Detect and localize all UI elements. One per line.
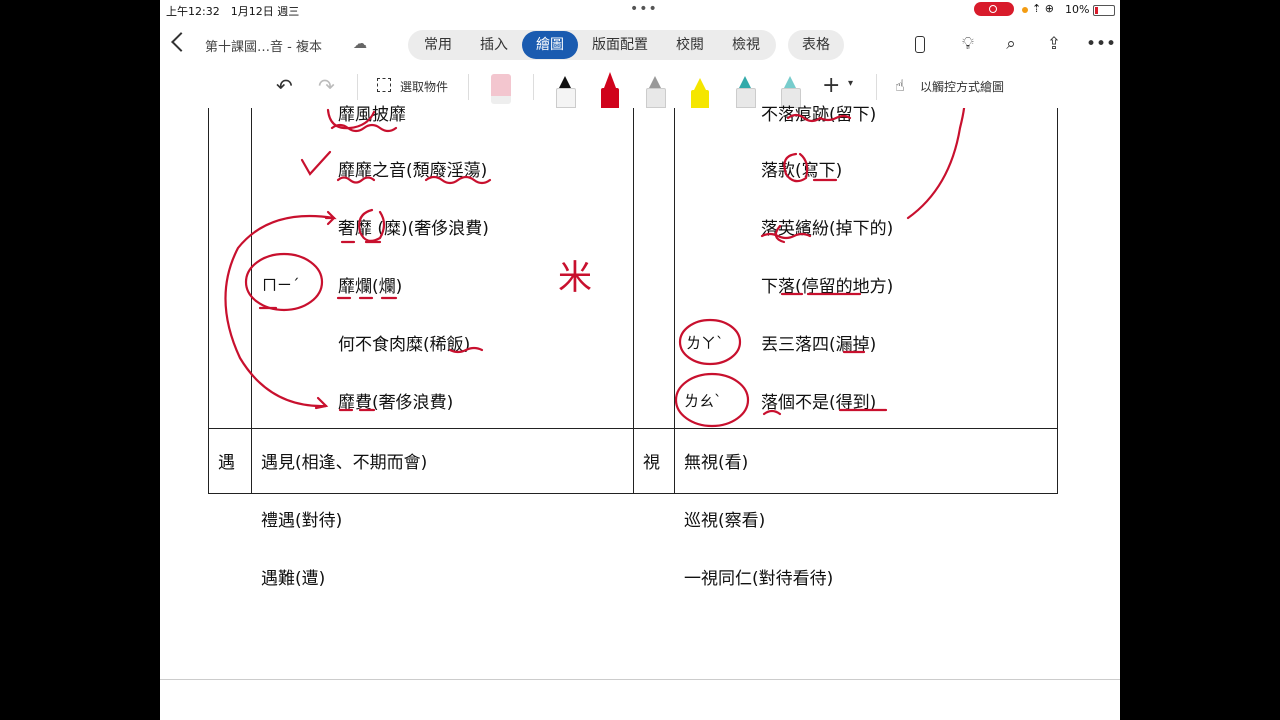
document-title[interactable]: 第十課國…音 - 複本	[205, 36, 322, 55]
ink-ellipse	[244, 252, 324, 312]
screen-record-icon[interactable]	[974, 2, 1014, 16]
ink-wave	[760, 232, 812, 240]
divider	[533, 74, 534, 100]
tab-layout[interactable]: 版面配置	[578, 31, 662, 59]
ink-ellipse	[678, 318, 742, 366]
ink-checkmark	[300, 150, 332, 176]
add-pen-icon[interactable]: +	[822, 73, 840, 98]
ink-arrow	[224, 214, 336, 408]
ink-circle	[783, 152, 809, 183]
gray-pencil-tool[interactable]	[646, 76, 666, 108]
cloud-sync-icon[interactable]: ☁	[353, 36, 367, 52]
touch-draw-icon[interactable]: ☝	[895, 76, 905, 95]
search-icon[interactable]: ⌕	[1000, 34, 1022, 54]
eraser-tool[interactable]	[491, 74, 511, 104]
tab-home[interactable]: 常用	[410, 31, 466, 59]
undo-icon[interactable]: ↶	[276, 74, 293, 98]
draw-toolbar: ↶ ↷ 選取物件 + ▾ ☝ 以觸控方式繪圖	[160, 66, 1120, 109]
more-icon[interactable]: •••	[1086, 34, 1116, 54]
ribbon-header: 第十課國…音 - 複本 ☁ 常用 插入 繪圖 版面配置 校閱 檢視 表格 💡︎ …	[160, 26, 1120, 66]
select-objects-icon[interactable]	[377, 78, 391, 92]
ink-circle	[774, 224, 786, 244]
ink-wave	[336, 176, 376, 184]
ink-underline	[448, 346, 484, 354]
tab-insert[interactable]: 插入	[466, 31, 522, 59]
wifi-icon: ⇡ ⊕	[1032, 2, 1054, 15]
ink-ellipse	[674, 372, 750, 428]
phone-view-icon[interactable]	[915, 36, 925, 53]
document-canvas[interactable]: 靡風披靡 靡靡之音(頹廢淫蕩) 奢靡 (糜)(奢侈浪費) 靡爛(爛) 何不食肉糜…	[160, 105, 1120, 720]
ink-wave	[424, 175, 492, 185]
share-icon[interactable]: ⇪	[1043, 34, 1065, 54]
divider	[876, 74, 877, 100]
battery-percent: 10%	[1065, 3, 1090, 16]
multitask-dots-icon[interactable]: •••	[630, 1, 658, 17]
ink-annotations	[224, 108, 966, 428]
draw-with-touch-button[interactable]: 以觸控方式繪圖	[920, 78, 1004, 95]
rainbow-pen-tool[interactable]	[736, 76, 756, 108]
black-pen-tool[interactable]	[556, 76, 576, 108]
divider	[357, 74, 358, 100]
ipad-screen: 上午12:32 1月12日 週三 ••• ⇡ ⊕ 10% 第十課國…音 - 複本…	[160, 0, 1120, 720]
redo-icon[interactable]: ↷	[318, 74, 335, 98]
tab-table[interactable]: 表格	[788, 30, 844, 60]
ink-wave	[786, 113, 852, 123]
red-pen-tool[interactable]	[601, 72, 619, 108]
back-chevron-icon[interactable]	[171, 32, 191, 52]
mic-indicator-icon	[1022, 7, 1028, 13]
ink-arc	[906, 108, 966, 220]
yellow-highlighter-tool[interactable]	[691, 78, 709, 108]
chevron-down-icon[interactable]: ▾	[848, 78, 853, 89]
status-time: 上午12:32 1月12日 週三	[166, 5, 300, 18]
ribbon-tabs: 常用 插入 繪圖 版面配置 校閱 檢視 表格	[408, 30, 844, 60]
tab-draw[interactable]: 繪圖	[522, 31, 578, 59]
ink-circle	[358, 208, 386, 243]
tab-view[interactable]: 檢視	[718, 31, 774, 59]
battery-icon	[1093, 5, 1115, 16]
lightbulb-icon[interactable]: 💡︎	[957, 34, 979, 54]
tab-review[interactable]: 校閱	[662, 31, 718, 59]
select-objects-button[interactable]: 選取物件	[400, 78, 448, 95]
ink-underline	[762, 408, 888, 416]
ink-arrowhead	[324, 210, 337, 226]
status-bar: 上午12:32 1月12日 週三 ••• ⇡ ⊕ 10%	[160, 0, 1120, 20]
tab-group: 常用 插入 繪圖 版面配置 校閱 檢視	[408, 30, 776, 60]
divider	[468, 74, 469, 100]
